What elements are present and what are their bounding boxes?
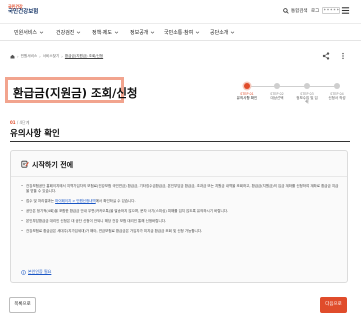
step-pager: 01 / 4단계: [10, 120, 29, 126]
mypage-link[interactable]: 마이페이지 > 민원신청내역: [55, 199, 96, 203]
notice-list: 건강보험공단 홈페이지에서 지역가입자의 보험료(건강보험 국민연금) 환급금,…: [21, 184, 339, 239]
auth-required-label: 본인인증 필요: [28, 269, 52, 274]
step-3: STEP 03 정보수집 및 입력: [295, 83, 319, 104]
notice-item: 본인부담환급금 대리인 신청은 대 공단 신청이 안되니 해당 건강 보험 대리…: [21, 219, 339, 224]
list-button[interactable]: 목록으로: [9, 297, 36, 313]
search-icon: [283, 8, 289, 14]
chevron-down-icon: [77, 31, 81, 34]
page-title-highlight: 환급금(지원금) 조회/신청: [5, 77, 138, 103]
chevron-down-icon: [231, 31, 235, 34]
edit-note-icon: [21, 160, 29, 168]
step-label: 정보수집 및 입력: [296, 96, 318, 104]
nav-item-label: 민원서비스: [14, 30, 38, 36]
notice-header: 시작하기 전에: [11, 151, 347, 177]
step-label: 유의사항 확인: [236, 96, 258, 100]
site-logo[interactable]: 국민건강 국민건강보험: [8, 4, 42, 20]
next-button[interactable]: 다음으로: [320, 297, 347, 313]
nav-item-about[interactable]: 공단소개: [210, 29, 235, 36]
step-dot: [304, 83, 310, 89]
section-title: 유의사항 확인: [10, 129, 60, 139]
login-label: 로그: [311, 8, 320, 14]
nav-item-health-checkup[interactable]: 건강검진: [56, 29, 81, 36]
page-title: 환급금(지원금) 조회/신청: [13, 86, 138, 100]
auth-required-link[interactable]: 본인인증 필요: [21, 269, 51, 275]
search-label: 통합검색: [291, 9, 308, 14]
notice-item: 건강보험료 환급금은 세대주(지가입세대)가 해야, 연금보험료 환급금은 가입…: [21, 229, 339, 234]
hamburger-menu-icon[interactable]: [341, 6, 350, 15]
notice-item: 접수 및 처리결과는 마이페이지 > 민원신청내역에서 확인하실 수 있습니다.: [21, 199, 339, 204]
nav-item-info-disclosure[interactable]: 정보공개: [130, 29, 155, 36]
nav-item-label: 공단소개: [210, 30, 229, 36]
chevron-down-icon: [151, 31, 155, 34]
notice-item-text: 에서 확인하실 수 있습니다.: [95, 199, 136, 203]
notice-title: 시작하기 전에: [32, 161, 74, 169]
more-options-icon[interactable]: [340, 52, 346, 60]
login-area[interactable]: 로그 * * * * *: [311, 7, 341, 14]
notice-item: 건강보험공단 홈페이지에서 지역가입자의 보험료(건강보험 국민연금) 환급금,…: [21, 184, 339, 194]
breadcrumb-separator: ›: [39, 54, 41, 59]
step-2: STEP 02 대상선택: [265, 83, 289, 100]
breadcrumb: › 민원서비스 › 서비스찾기 › 환급금(지원금) 조회/신청: [10, 54, 103, 59]
nav-item-policy[interactable]: 정책·제도: [92, 29, 119, 36]
notice-item-text: 접수 및 처리결과는: [26, 199, 56, 203]
step-label: 신청서 작성: [328, 96, 346, 100]
nav-item-participation[interactable]: 국민소통·참여: [164, 29, 200, 36]
login-value: * * * * *: [322, 7, 341, 14]
nav-item-label: 국민소통·참여: [164, 30, 194, 36]
step-label: 대상선택: [270, 96, 284, 100]
step-dot-active: [244, 83, 250, 89]
home-icon[interactable]: [10, 54, 15, 59]
search-button[interactable]: 통합검색: [283, 8, 308, 14]
chevron-down-icon: [114, 31, 119, 34]
breadcrumb-separator: ›: [17, 54, 19, 59]
step-dot: [274, 83, 280, 89]
chevron-down-icon: [195, 31, 200, 34]
share-icon[interactable]: [322, 52, 330, 60]
nav-item-civil-service[interactable]: 민원서비스: [14, 29, 44, 36]
progress-stepper: STEP 01 유의사항 확인 STEP 02 대상선택 STEP 03 정보수…: [235, 83, 353, 109]
nav-item-label: 건강검진: [56, 30, 75, 36]
notice-item: 공단은 정기적(4회)을 포함한 환급금 안내 우편(카카오톡)을 발송하지 않…: [21, 209, 339, 214]
breadcrumb-current[interactable]: 환급금(지원금) 조회/신청: [65, 54, 103, 59]
main-navigation: 민원서비스 건강검진 정책·제도 정보공개 국민소통·참여 공단소개: [0, 25, 361, 41]
breadcrumb-item[interactable]: 서비스찾기: [43, 54, 60, 59]
step-dot: [334, 83, 340, 89]
step-1: STEP 01 유의사항 확인: [235, 83, 259, 100]
info-icon: [21, 269, 26, 275]
pager-current: 01: [10, 120, 16, 125]
nav-item-label: 정보공개: [130, 30, 149, 36]
breadcrumb-separator: ›: [61, 54, 63, 59]
section-divider: [10, 141, 350, 142]
nav-item-label: 정책·제도: [92, 30, 112, 36]
notice-box: 시작하기 전에 건강보험공단 홈페이지에서 지역가입자의 보험료(건강보험 국민…: [10, 150, 348, 283]
logo-name: 국민건강보험: [8, 9, 39, 15]
step-4: STEP 04 신청서 작성: [325, 83, 349, 100]
pager-total: / 4단계: [16, 120, 30, 125]
top-bar: 국민건강 국민건강보험 통합검색 로그 * * * * *: [0, 0, 361, 24]
chevron-down-icon: [39, 31, 44, 34]
breadcrumb-item[interactable]: 민원서비스: [21, 54, 38, 59]
